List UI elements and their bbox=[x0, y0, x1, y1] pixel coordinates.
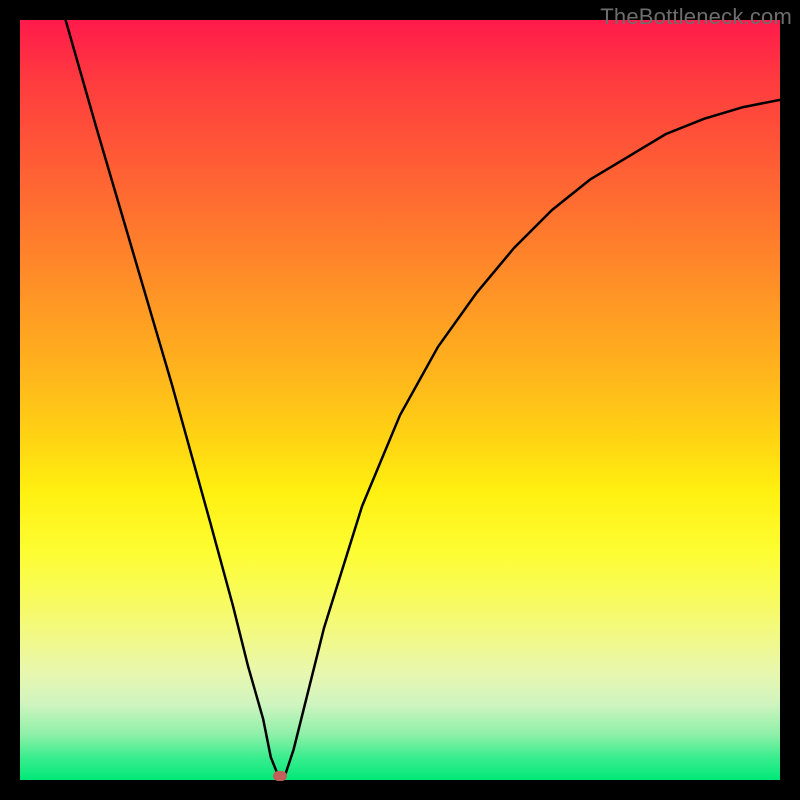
chart-frame: TheBottleneck.com bbox=[0, 0, 800, 800]
bottleneck-curve bbox=[20, 20, 780, 780]
watermark-text: TheBottleneck.com bbox=[600, 4, 792, 30]
plot-area bbox=[20, 20, 780, 780]
optimal-point-marker bbox=[273, 771, 287, 781]
